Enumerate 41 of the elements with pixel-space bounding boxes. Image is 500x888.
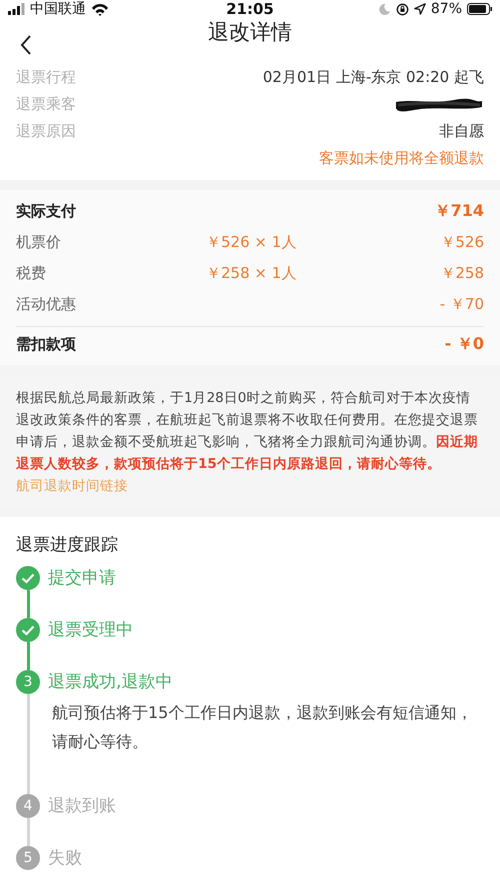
step-label: 退款到账: [48, 795, 116, 818]
price-amount: ￥258: [440, 264, 484, 283]
clock-time: 21:05: [226, 0, 274, 18]
price-label: 机票价: [16, 233, 62, 252]
step-label: 退票成功,退款中: [48, 671, 174, 694]
moon-icon: [378, 2, 391, 16]
unit-price: ￥526 × 1人: [206, 233, 298, 252]
step-label: 提交申请: [48, 567, 116, 590]
field-label: 退票行程: [16, 68, 76, 87]
price-label: 需扣款项: [16, 334, 77, 354]
step-number: 3: [16, 670, 40, 694]
price-label: 税费: [16, 264, 47, 283]
step-label: 失败: [48, 847, 82, 870]
section-title: 退票进度跟踪: [16, 534, 119, 556]
refund-time-link[interactable]: 航司退款时间链接: [16, 478, 128, 494]
field-value: 02月01日 上海-东京 02:20 起飞: [262, 68, 484, 87]
price-amount: - ￥0: [444, 334, 484, 354]
rotation-lock-icon: [396, 2, 409, 16]
step-description: 航司预估将于15个工作日内退款，退款到账会有短信通知，请耐心等待。: [51, 702, 474, 753]
step-number: 4: [16, 794, 40, 818]
signal-icon: [8, 3, 25, 15]
location-icon: [414, 3, 426, 15]
price-amount: ￥714: [434, 201, 484, 222]
field-value: 非自愿: [439, 122, 484, 141]
unit-price: ￥258 × 1人: [206, 264, 298, 283]
price-label: 活动优惠: [16, 295, 77, 314]
back-icon: [20, 35, 32, 55]
field-label: 退票乘客: [16, 95, 76, 114]
price-amount: - ￥70: [440, 295, 484, 314]
battery-percent: 87%: [430, 1, 462, 17]
page-title: 退改详情: [208, 19, 292, 46]
refund-note: 客票如未使用将全额退款: [319, 149, 484, 168]
policy-notice: 根据民航总局最新政策，于1月28日0时之前购买，符合航司对于本次疫情退改政策条件的客票，在航班起飞前退票将不收取任何费用。在您提交退票申请后，退款金额不受航班起飞影响，飞猪将全力跟航司沟通协调。因近期退票人数较多，款项预估将于15个工作日内原路退回，请耐心等待。 航司退款时间链接: [16, 389, 479, 496]
step-number: 5: [16, 846, 40, 870]
field-label: 退票原因: [16, 122, 76, 141]
carrier-name: 中国联通: [30, 0, 86, 18]
battery-icon: [467, 3, 492, 15]
price-label: 实际支付: [16, 202, 77, 221]
price-amount: ￥526: [440, 233, 484, 252]
wifi-icon: [91, 2, 109, 16]
step-label: 退票受理中: [48, 619, 133, 642]
